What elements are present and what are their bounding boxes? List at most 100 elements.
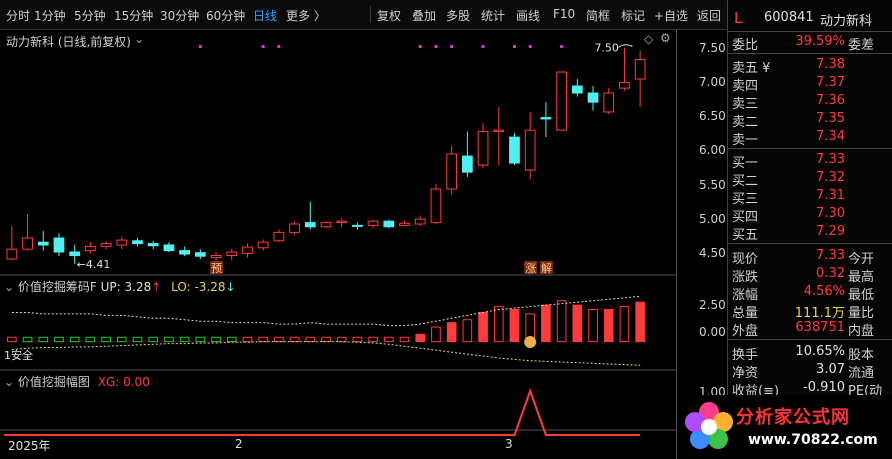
tab-intraday[interactable]: 分时: [6, 7, 30, 24]
candle-body: [37, 241, 49, 246]
stat-label: 现价: [732, 252, 759, 267]
indicator-bar: [242, 336, 253, 343]
diamond-icon[interactable]: ◇: [644, 32, 653, 46]
stat-value: 111.1万: [794, 306, 845, 321]
bid-label: 买四: [732, 210, 759, 225]
tab-5min[interactable]: 5分钟: [74, 7, 106, 24]
fundamental-value: 10.65%: [795, 344, 845, 359]
indicator-bar: [399, 336, 410, 343]
candle-body: [571, 85, 583, 94]
ask-row: 卖三 7.36: [728, 93, 892, 112]
y-tick: 4.50: [699, 246, 726, 260]
ask-label: 卖三: [732, 97, 759, 112]
watermark-url: www.70822.com: [748, 432, 878, 448]
candle-body: [85, 245, 96, 252]
stat-row: 涨跌 0.32 最高: [728, 266, 892, 285]
mark-button[interactable]: 标记: [621, 7, 645, 24]
candle-body: [194, 252, 206, 257]
tab-60min[interactable]: 60分钟: [206, 7, 245, 24]
high-price-arrow: [618, 44, 633, 48]
ask-label: 卖四: [732, 79, 759, 94]
signal-dot: [418, 45, 422, 48]
add-watchlist-button[interactable]: +自选: [654, 7, 688, 24]
candle-body: [53, 237, 65, 253]
back-button[interactable]: 返回: [697, 7, 721, 24]
safe-label: 1安全: [4, 349, 33, 362]
divider: [728, 148, 892, 149]
x-label-feb: 2: [235, 437, 243, 451]
chevron-down-icon[interactable]: ⌄: [134, 32, 144, 46]
f10-button[interactable]: F10: [553, 7, 575, 21]
divider: [728, 243, 892, 244]
candle-body: [477, 131, 489, 166]
high-price-label: 7.50: [594, 42, 619, 55]
bid-row: 买三 7.31: [728, 188, 892, 207]
candle-body: [524, 129, 536, 171]
chevron-down-icon[interactable]: ⌄: [4, 375, 14, 389]
candle-body: [320, 222, 332, 228]
ask-row: 卖二 7.35: [728, 111, 892, 130]
indicator1-header: ⌄ 价值挖掘筹码F UP: 3.28↑ LO: -3.28↓: [4, 278, 236, 295]
restore-rights-button[interactable]: 复权: [377, 7, 401, 24]
indicator-bar: [603, 309, 614, 343]
candle-body: [289, 223, 300, 233]
site-watermark: 分析家公式网 www.70822.com: [678, 395, 892, 459]
indicator-bar: [69, 336, 80, 343]
indicator-bar: [431, 326, 441, 343]
indicator-bar: [635, 301, 645, 343]
overlay-button[interactable]: 叠加: [412, 7, 436, 24]
fundamental-value: 3.07: [816, 362, 845, 377]
candle-body: [383, 220, 395, 228]
webi-value: 39.59%: [795, 34, 845, 49]
candle-body: [6, 248, 18, 260]
indicator-bar: [336, 336, 347, 343]
chevron-down-icon[interactable]: ⌄: [4, 280, 14, 294]
bid-label: 买二: [732, 174, 759, 189]
simple-frame-button[interactable]: 简框: [586, 7, 610, 24]
chart-canvas[interactable]: ←4.41 7.50 预 涨解: [0, 30, 676, 459]
stat-value: 638751: [795, 320, 845, 335]
tab-15min[interactable]: 15分钟: [114, 7, 153, 24]
tab-30min[interactable]: 30分钟: [160, 7, 199, 24]
stat-label2: 内盘: [848, 324, 875, 339]
indicator-bar: [446, 322, 457, 343]
y-tick: 5.50: [699, 178, 726, 192]
webi-label: 委比: [732, 38, 759, 53]
multi-stock-button[interactable]: 多股: [446, 7, 470, 24]
signal-dot: [261, 45, 265, 48]
watermark-title: 分析家公式网: [736, 407, 850, 428]
signal-dot: [450, 45, 454, 48]
indicator-bar: [305, 336, 316, 343]
stat-label: 涨跌: [732, 270, 759, 285]
tab-daily[interactable]: 日线: [253, 7, 277, 24]
settings-icon[interactable]: ⚙: [660, 31, 671, 45]
indicator-bar: [352, 336, 363, 343]
indicator-bar: [572, 304, 583, 343]
candle-body: [132, 240, 143, 245]
y-tick: 5.00: [699, 212, 726, 226]
candle-body: [367, 220, 379, 226]
signal-dot: [512, 45, 516, 48]
chart-area[interactable]: ←4.41 7.50 预 涨解 动力新科 (日线,前复权) ⌄ ◇ ⚙ ⌄ 价值挖掘筹…: [0, 30, 676, 459]
statistics-button[interactable]: 统计: [481, 7, 505, 24]
bid-price: 7.33: [816, 152, 845, 167]
stat-value: 4.56%: [803, 284, 845, 299]
candle-body: [163, 244, 175, 252]
ask-price: 7.35: [816, 111, 845, 126]
indicator-bar: [164, 336, 174, 343]
indicator-bar: [541, 304, 551, 343]
indicator2-header: ⌄ 价值挖掘幅图 XG: 0.00: [4, 373, 150, 390]
bid-price: 7.31: [816, 188, 845, 203]
tab-1min[interactable]: 1分钟: [34, 7, 66, 24]
stock-code: 600841: [764, 10, 814, 25]
indicator-bar: [148, 336, 159, 343]
webi-row: 委比 39.59% 委差: [728, 34, 892, 53]
ask-price: 7.34: [816, 129, 845, 144]
draw-line-button[interactable]: 画线: [516, 7, 540, 24]
ask-label: 卖一: [732, 133, 759, 148]
indicator-bar: [116, 336, 127, 343]
fundamental-label2: 流通: [848, 366, 875, 381]
tab-more[interactable]: 更多 〉: [286, 7, 326, 24]
indicator-bar: [462, 319, 473, 343]
candle-body: [257, 241, 269, 249]
